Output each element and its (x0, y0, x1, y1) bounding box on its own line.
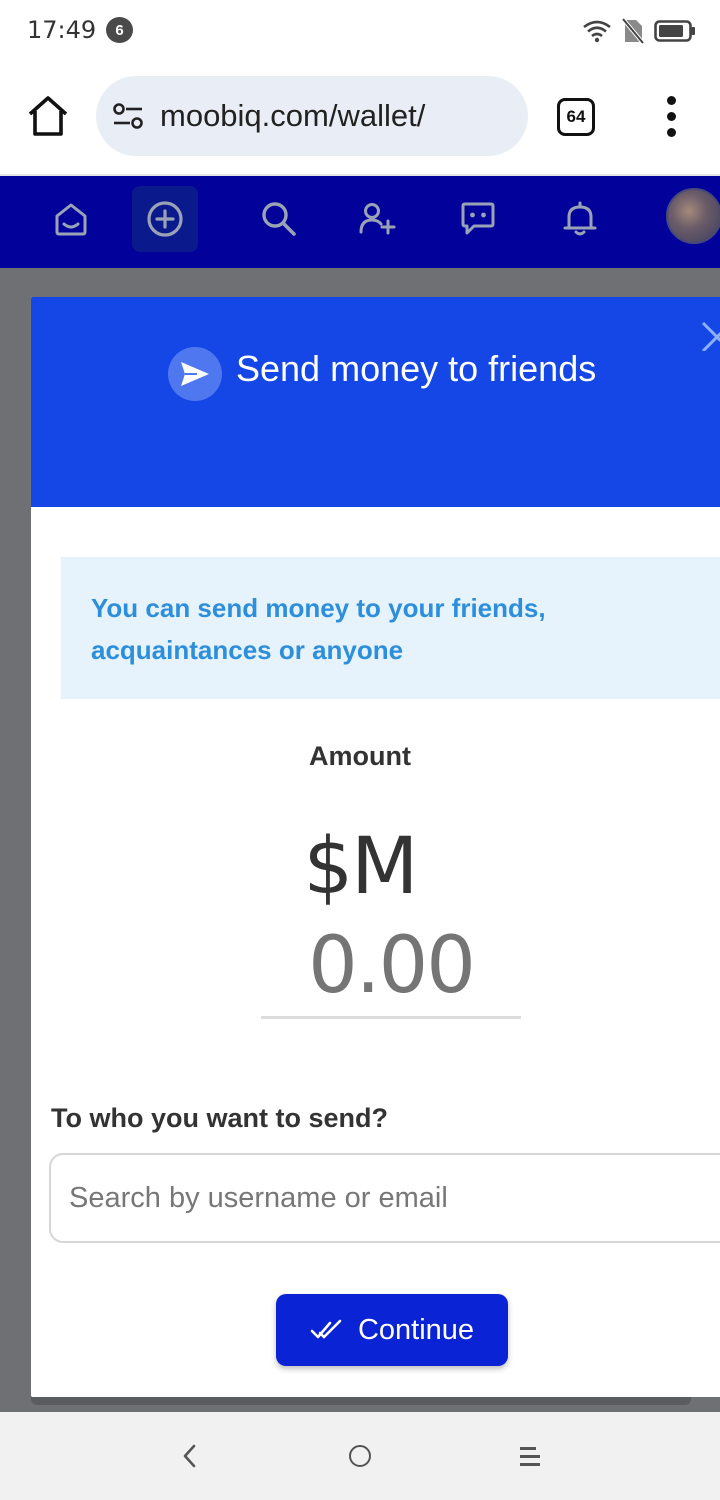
no-sim-icon (622, 18, 644, 44)
status-bar: 17:49 6 (0, 0, 720, 62)
avatar[interactable] (666, 188, 720, 244)
wifi-icon (583, 20, 611, 43)
system-nav-bar (0, 1412, 720, 1500)
nav-home[interactable] (38, 186, 104, 252)
address-bar[interactable]: moobiq.com/wallet/ (96, 76, 528, 156)
back-icon[interactable] (178, 1442, 200, 1470)
send-money-modal: Send money to friends You can send money… (31, 297, 720, 1397)
status-time: 17:49 (27, 16, 97, 44)
amount-label: Amount (309, 741, 411, 771)
nav-notifications[interactable] (547, 186, 613, 252)
header-wave (31, 447, 720, 495)
chat-icon (461, 202, 495, 235)
site-nav-bar (0, 174, 720, 268)
more-vert-icon[interactable] (660, 96, 684, 138)
home-nav-icon[interactable] (349, 1445, 371, 1467)
home-smile-icon (55, 203, 87, 236)
modal-edge (31, 1397, 691, 1405)
currency-symbol: $M (303, 822, 419, 912)
info-alert: You can send money to your friends, acqu… (61, 557, 720, 699)
site-settings-icon[interactable] (112, 102, 144, 130)
recipient-label: To who you want to send? (51, 1103, 388, 1133)
tab-switcher-button[interactable]: 64 (557, 98, 595, 136)
continue-label: Continue (357, 1313, 475, 1346)
nav-search[interactable] (246, 186, 312, 252)
notification-badge: 6 (106, 17, 133, 43)
user-plus-icon (359, 203, 396, 235)
search-icon (262, 202, 296, 236)
info-text: You can send money to your friends, acqu… (91, 593, 546, 665)
recipient-search-input[interactable] (49, 1153, 720, 1243)
url-text[interactable]: moobiq.com/wallet/ (160, 98, 425, 134)
double-check-icon (310, 1319, 342, 1339)
battery-icon (654, 20, 695, 42)
send-icon (168, 347, 222, 401)
close-icon[interactable] (695, 315, 720, 351)
plus-circle-icon (147, 201, 183, 237)
status-icons (582, 16, 696, 46)
modal-title: Send money to friends (236, 348, 597, 389)
nav-messages[interactable] (445, 186, 511, 252)
bell-icon (563, 201, 597, 236)
home-icon[interactable] (26, 94, 70, 138)
recents-icon[interactable] (520, 1445, 540, 1467)
continue-button[interactable]: Continue (276, 1294, 508, 1366)
nav-create[interactable] (132, 186, 198, 252)
nav-add-friend[interactable] (344, 186, 410, 252)
amount-input[interactable] (261, 915, 521, 1019)
browser-toolbar: moobiq.com/wallet/ 64 (0, 62, 720, 174)
